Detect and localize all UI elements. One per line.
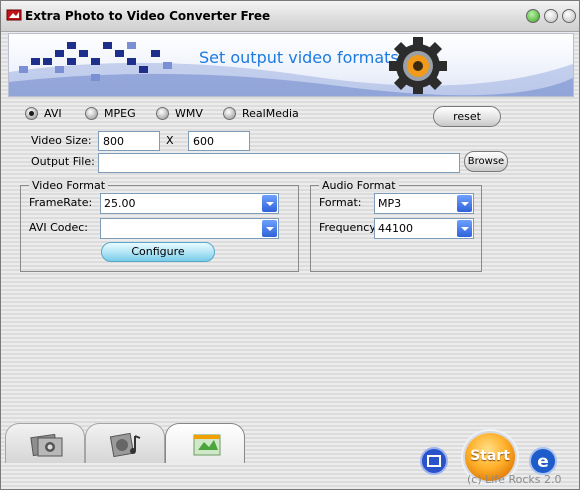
- radio-label: MPEG: [104, 107, 136, 120]
- chevron-down-icon[interactable]: [457, 195, 472, 212]
- header-banner: Set output video formats: [8, 33, 574, 97]
- start-label: Start: [470, 448, 510, 464]
- audio-format-legend: Audio Format: [319, 179, 399, 192]
- radio-dot[interactable]: [156, 107, 169, 120]
- chevron-down-icon[interactable]: [262, 195, 277, 212]
- ie-icon[interactable]: e: [528, 446, 558, 476]
- reset-button[interactable]: reset: [433, 106, 501, 127]
- film-icon[interactable]: [419, 446, 449, 476]
- radio-dot[interactable]: [85, 107, 98, 120]
- maximize-button[interactable]: [544, 9, 558, 23]
- footer-credit: (c) Life Rocks 2.0: [467, 473, 562, 486]
- radio-label: WMV: [175, 107, 203, 120]
- output-file-input[interactable]: [98, 153, 460, 173]
- app-window: Extra Photo to Video Converter Free Set …: [0, 0, 580, 490]
- app-icon: [6, 9, 22, 21]
- video-width-input[interactable]: [98, 131, 160, 151]
- radio-realmedia[interactable]: RealMedia: [223, 107, 299, 120]
- frequency-select[interactable]: 44100: [374, 218, 474, 239]
- tab-video[interactable]: [165, 423, 245, 463]
- tab-photos[interactable]: [5, 423, 85, 463]
- gear-icon: [389, 37, 447, 94]
- title-bar[interactable]: Extra Photo to Video Converter Free: [1, 1, 579, 32]
- video-tab-icon: [193, 434, 221, 456]
- configure-button[interactable]: Configure: [101, 242, 215, 262]
- frequency-value: 44100: [378, 222, 413, 235]
- chevron-down-icon[interactable]: [262, 220, 277, 237]
- svg-text:e: e: [537, 452, 549, 472]
- audio-format-value: MP3: [378, 197, 402, 210]
- radio-label: RealMedia: [242, 107, 299, 120]
- radio-dot[interactable]: [25, 107, 38, 120]
- photo-tab-icon: [30, 433, 63, 457]
- radio-dot[interactable]: [223, 107, 236, 120]
- framerate-label: FrameRate:: [29, 196, 93, 209]
- framerate-select[interactable]: 25.00: [100, 193, 279, 214]
- size-separator: X: [166, 134, 174, 147]
- radio-label: AVI: [44, 107, 62, 120]
- close-button[interactable]: [562, 9, 576, 23]
- radio-avi[interactable]: AVI: [25, 107, 62, 120]
- window-title: Extra Photo to Video Converter Free: [25, 9, 271, 23]
- audio-format-select[interactable]: MP3: [374, 193, 474, 214]
- video-size-label: Video Size:: [31, 134, 92, 147]
- video-height-input[interactable]: [188, 131, 250, 151]
- avi-codec-label: AVI Codec:: [29, 221, 89, 234]
- tab-music[interactable]: [85, 423, 165, 463]
- framerate-value: 25.00: [104, 197, 136, 210]
- chevron-down-icon[interactable]: [457, 220, 472, 237]
- radio-mpeg[interactable]: MPEG: [85, 107, 136, 120]
- radio-wmv[interactable]: WMV: [156, 107, 203, 120]
- avi-codec-select[interactable]: [100, 218, 279, 239]
- music-tab-icon: [109, 432, 141, 458]
- audio-format-label: Format:: [319, 196, 362, 209]
- minimize-button[interactable]: [526, 9, 540, 23]
- video-format-legend: Video Format: [29, 179, 109, 192]
- banner-title: Set output video formats: [199, 48, 399, 67]
- output-file-label: Output File:: [31, 155, 95, 168]
- frequency-label: Frequency: [319, 221, 376, 234]
- browse-button[interactable]: Browse: [464, 151, 508, 172]
